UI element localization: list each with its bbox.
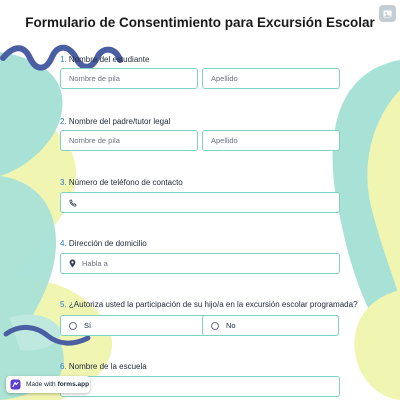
form-title: Formulario de Consentimiento para Excurs… [25,15,375,30]
radio-no[interactable] [211,321,219,330]
guardian-first-name-input[interactable]: Nombre de pila [60,130,198,151]
question-2-label: 2. Nombre del padre/tutor legal [60,117,171,126]
forms-app-logo-icon [10,379,21,390]
question-1-label: 1. Nombre del estudiante [60,55,150,64]
guardian-last-name-placeholder: Apellido [211,136,238,145]
location-pin-icon [69,259,76,268]
school-name-input[interactable] [60,376,340,397]
phone-icon [69,198,77,207]
student-first-name-input[interactable]: Nombre de pila [60,68,198,89]
form-page: Formulario de Consentimiento para Excurs… [0,0,400,400]
badge-prefix: Made with [26,381,56,388]
address-placeholder: Habla a [82,259,108,268]
consent-option-no[interactable]: No [202,315,339,336]
badge-brand: forms.app [57,381,90,388]
question-5-label: 5. ¿Autoriza usted la participación de s… [60,300,358,309]
question-6-label: 6. Nombre de la escuela [60,362,147,371]
guardian-first-name-placeholder: Nombre de pila [69,136,120,145]
address-input[interactable]: Habla a [60,253,340,274]
student-first-name-placeholder: Nombre de pila [69,74,120,83]
student-last-name-placeholder: Apellido [211,74,238,83]
image-icon [383,10,392,17]
question-3-label: 3. Número de teléfono de contacto [60,178,183,187]
radio-yes[interactable] [69,321,77,330]
option-no-label: No [226,321,236,330]
option-yes-label: Sí [84,321,92,330]
image-button[interactable] [379,5,396,22]
question-4-label: 4. Dirección de domicilio [60,239,147,248]
student-last-name-input[interactable]: Apellido [202,68,340,89]
made-with-badge[interactable]: Made with forms.app [6,376,90,393]
phone-input[interactable] [60,192,340,213]
guardian-last-name-input[interactable]: Apellido [202,130,340,151]
